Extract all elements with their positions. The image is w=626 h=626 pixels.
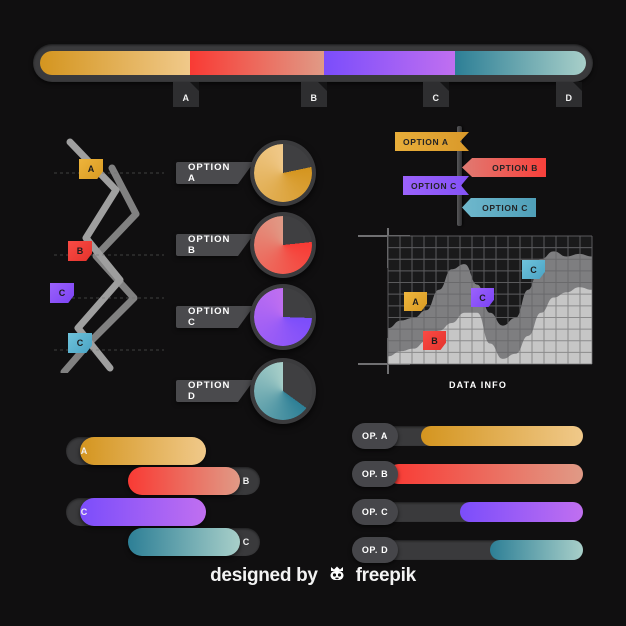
infographic-canvas: ABCD ABCC OPTION A OPTION B OPTION C OPTION… [0,0,626,626]
freepik-logo-icon [327,564,347,590]
progress-label-opd[interactable]: OP. D [352,537,398,563]
progress-label-opb[interactable]: OP. B [352,461,398,487]
progress-label-opa[interactable]: OP. A [352,423,398,449]
progress-fill-0[interactable] [420,426,583,446]
progress-label-opc[interactable]: OP. C [352,499,398,525]
progress-bar-group: OP. A OP. B OP. C OP. D [0,0,626,626]
progress-fill-3[interactable] [489,540,583,560]
footer-credit: designed by freepik [0,564,626,590]
footer-brand: freepik [355,565,417,586]
progress-fill-1[interactable] [388,464,583,484]
progress-fill-2[interactable] [460,502,583,522]
footer-prefix: designed by [210,565,318,586]
